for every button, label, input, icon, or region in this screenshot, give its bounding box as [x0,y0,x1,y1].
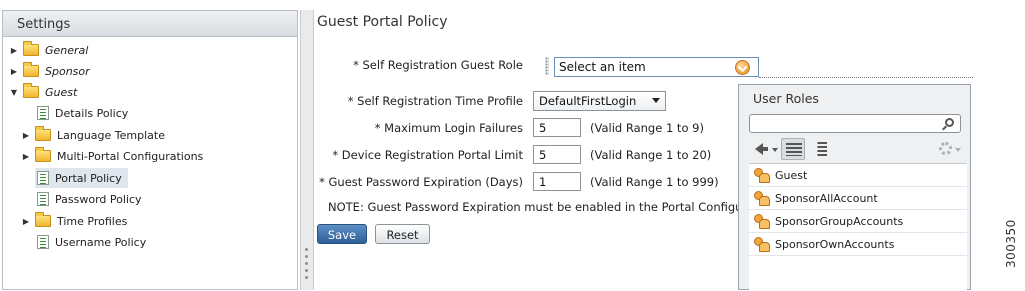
tree-item-username-policy[interactable]: Username Policy [37,232,146,252]
tree-item-general[interactable]: ▶ General [9,40,88,60]
picker-connector [759,77,973,78]
expand-arrow-icon[interactable]: ▶ [21,152,31,161]
tree-item-guest[interactable]: ▼ Guest [9,82,77,102]
role-label: SponsorOwnAccounts [775,237,895,251]
max-login-label: * Maximum Login Failures [374,121,523,135]
arrow-left-icon [755,143,768,155]
caret-down-icon [955,148,961,152]
panel-splitter[interactable] [300,10,314,290]
gear-icon [939,142,952,155]
chevron-down-icon [652,98,660,103]
tree-view-button[interactable] [807,138,831,160]
role-label: Guest [775,168,808,182]
expand-arrow-icon[interactable]: ▶ [9,46,19,55]
folder-icon [35,212,51,227]
caret-down-icon [772,148,778,152]
tree-item-label: Password Policy [55,192,142,206]
pw-expiration-range: (Valid Range 1 to 999) [590,175,719,189]
tree-item-time-profiles[interactable]: ▶ Time Profiles [21,211,127,231]
role-item-sponsor-all[interactable]: SponsorAllAccount [749,187,967,210]
page-icon [37,192,49,206]
folder-icon [35,126,51,141]
tree-item-label: Guest [45,85,78,99]
pw-expiration-input[interactable] [533,172,581,191]
expand-arrow-icon[interactable]: ▶ [21,217,31,226]
sidebar-title: Settings [3,11,297,37]
popup-title: User Roles [753,91,819,106]
figure-number: 300350 [1004,219,1018,268]
max-login-range: (Valid Range 1 to 9) [590,121,704,135]
user-group-icon [753,214,770,229]
drag-grip-icon[interactable] [545,57,549,75]
tree-item-sponsor[interactable]: ▶ Sponsor [9,61,90,81]
tree-view-icon [811,142,827,156]
tree-item-multi-portal[interactable]: ▶ Multi-Portal Configurations [21,146,203,166]
tree-item-password-policy[interactable]: Password Policy [37,189,142,209]
page-icon [37,235,49,249]
tree-item-language-template[interactable]: ▶ Language Template [21,125,165,145]
max-login-input[interactable] [533,118,581,137]
folder-icon [35,147,51,162]
reset-button[interactable]: Reset [375,224,430,244]
splitter-grip-icon[interactable] [305,248,309,283]
page-icon [37,106,49,120]
user-group-icon [753,168,770,183]
save-button[interactable]: Save [317,224,367,244]
collapse-arrow-icon[interactable]: ▼ [9,88,19,97]
role-item-sponsor-group[interactable]: SponsorGroupAccounts [749,210,967,233]
time-profile-select[interactable]: DefaultFirstLogin [533,91,666,111]
guest-role-picker[interactable]: Select an item [554,57,759,77]
guest-role-value: Select an item [559,60,646,74]
settings-menu-button[interactable] [935,138,963,160]
roles-list: Guest SponsorAllAccount SponsorGroupAcco… [749,163,967,291]
page-icon [37,171,49,185]
device-limit-label: * Device Registration Portal Limit [332,148,523,162]
folder-icon [23,62,39,77]
guest-role-label: * Self Registration Guest Role [353,58,523,72]
user-roles-popup: User Roles Guest SponsorAllAccount Spons… [738,84,971,291]
tree-item-portal-policy[interactable]: Portal Policy [35,168,128,188]
tree-item-label: Details Policy [55,106,129,120]
user-group-icon [753,191,770,206]
tree-item-label: Username Policy [55,235,147,249]
device-limit-input[interactable] [533,145,581,164]
time-profile-label: * Self Registration Time Profile [347,94,523,108]
role-label: SponsorGroupAccounts [775,214,904,228]
expand-arrow-icon[interactable]: ▶ [21,131,31,140]
tree-item-label: General [45,43,89,57]
list-view-button[interactable] [781,138,805,160]
settings-sidebar: Settings ▶ General ▶ Sponsor ▼ Guest Det… [2,10,298,290]
folder-open-icon [23,83,39,98]
back-button[interactable] [751,138,779,160]
expiration-note: NOTE: Guest Password Expiration must be … [328,200,738,214]
pw-expiration-label: * Guest Password Expiration (Days) [319,175,523,189]
tree-item-details-policy[interactable]: Details Policy [37,103,128,123]
user-group-icon [753,237,770,252]
tree-item-label: Sponsor [45,64,90,78]
tree-item-label: Time Profiles [57,214,128,228]
tree-item-label: Multi-Portal Configurations [57,149,204,163]
search-icon[interactable] [945,118,954,127]
tree-item-label: Language Template [57,128,165,142]
folder-icon [23,41,39,56]
page-title: Guest Portal Policy [317,14,448,30]
role-item-guest[interactable]: Guest [749,164,967,187]
role-item-sponsor-own[interactable]: SponsorOwnAccounts [749,233,967,256]
time-profile-value: DefaultFirstLogin [539,94,637,108]
expand-arrow-icon[interactable]: ▶ [9,67,19,76]
popup-toolbar [749,137,965,161]
role-search-field[interactable] [749,114,961,133]
device-limit-range: (Valid Range 1 to 20) [590,148,712,162]
list-view-icon [786,143,802,156]
tree-item-label: Portal Policy [55,171,122,185]
chevron-down-icon[interactable] [735,60,750,75]
role-label: SponsorAllAccount [775,191,878,205]
